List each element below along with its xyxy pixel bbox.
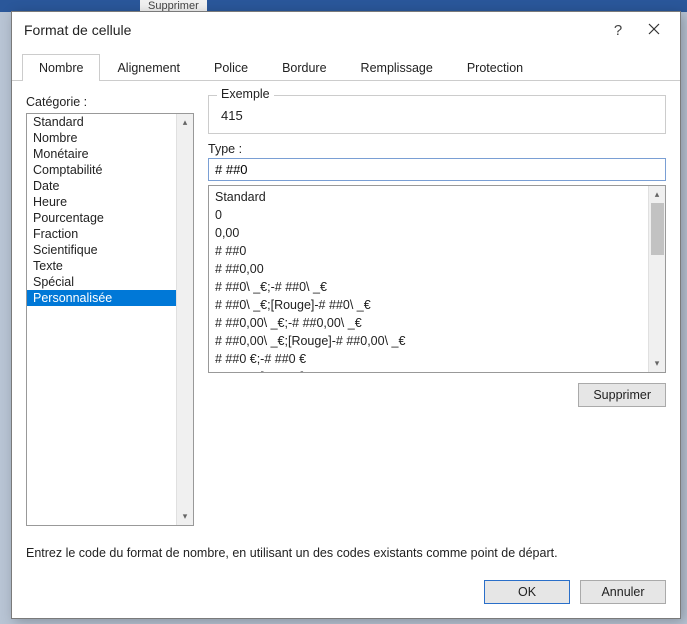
example-fieldset: Exemple 415 — [208, 95, 666, 134]
hint-text: Entrez le code du format de nombre, en u… — [26, 546, 666, 560]
category-item-scientifique[interactable]: Scientifique — [27, 242, 176, 258]
format-item[interactable]: # ##0,00 — [213, 260, 644, 278]
format-scrollbar[interactable]: ▴ ▾ — [648, 186, 665, 372]
category-listbox[interactable]: Standard Nombre Monétaire Comptabilité D… — [26, 113, 194, 526]
help-button[interactable]: ? — [600, 16, 636, 44]
format-codes-listbox[interactable]: Standard 0 0,00 # ##0 # ##0,00 # ##0\ _€… — [208, 185, 666, 373]
tab-strip: Nombre Alignement Police Bordure Remplis… — [12, 54, 680, 81]
scroll-up-icon[interactable]: ▴ — [177, 114, 194, 131]
example-label: Exemple — [217, 87, 274, 101]
format-item[interactable]: # ##0,00\ _€;[Rouge]-# ##0,00\ _€ — [213, 332, 644, 350]
format-item[interactable]: # ##0\ _€;[Rouge]-# ##0\ _€ — [213, 296, 644, 314]
category-item-standard[interactable]: Standard — [27, 114, 176, 130]
format-item[interactable]: # ##0,00\ _€;-# ##0,00\ _€ — [213, 314, 644, 332]
tab-protection[interactable]: Protection — [450, 54, 540, 81]
example-value: 415 — [221, 108, 653, 123]
format-cells-dialog: Format de cellule ? Nombre Alignement Po… — [11, 11, 681, 619]
type-input[interactable] — [208, 158, 666, 181]
tab-alignement[interactable]: Alignement — [100, 54, 197, 81]
category-item-pourcentage[interactable]: Pourcentage — [27, 210, 176, 226]
category-item-date[interactable]: Date — [27, 178, 176, 194]
category-scrollbar[interactable]: ▴ ▾ — [176, 114, 193, 525]
delete-button[interactable]: Supprimer — [578, 383, 666, 407]
scroll-thumb[interactable] — [651, 203, 664, 255]
tab-bordure[interactable]: Bordure — [265, 54, 343, 81]
format-item[interactable]: # ##0 €;-# ##0 € — [213, 350, 644, 368]
category-item-personnalisee[interactable]: Personnalisée — [27, 290, 176, 306]
scroll-down-icon[interactable]: ▾ — [649, 355, 666, 372]
format-item[interactable]: # ##0\ _€;-# ##0\ _€ — [213, 278, 644, 296]
cancel-button[interactable]: Annuler — [580, 580, 666, 604]
category-item-texte[interactable]: Texte — [27, 258, 176, 274]
category-item-special[interactable]: Spécial — [27, 274, 176, 290]
category-item-monetaire[interactable]: Monétaire — [27, 146, 176, 162]
category-item-nombre[interactable]: Nombre — [27, 130, 176, 146]
dialog-footer: OK Annuler — [12, 570, 680, 618]
scroll-up-icon[interactable]: ▴ — [649, 186, 666, 203]
category-item-heure[interactable]: Heure — [27, 194, 176, 210]
format-item[interactable]: 0,00 — [213, 224, 644, 242]
format-item[interactable]: 0 — [213, 206, 644, 224]
dialog-title: Format de cellule — [24, 22, 600, 38]
ok-button[interactable]: OK — [484, 580, 570, 604]
type-label: Type : — [208, 142, 666, 156]
format-item[interactable]: # ##0 — [213, 242, 644, 260]
tab-police[interactable]: Police — [197, 54, 265, 81]
tab-nombre[interactable]: Nombre — [22, 54, 100, 81]
category-item-comptabilite[interactable]: Comptabilité — [27, 162, 176, 178]
scroll-down-icon[interactable]: ▾ — [177, 508, 194, 525]
dialog-titlebar: Format de cellule ? — [12, 12, 680, 48]
format-item[interactable]: # ##0 €;[Rouge]-# ##0 € — [213, 368, 644, 372]
category-label: Catégorie : — [26, 95, 194, 109]
close-icon — [648, 22, 660, 39]
format-item[interactable]: Standard — [213, 188, 644, 206]
close-button[interactable] — [636, 16, 672, 44]
tab-remplissage[interactable]: Remplissage — [344, 54, 450, 81]
dialog-body: Catégorie : Standard Nombre Monétaire Co… — [12, 81, 680, 570]
category-item-fraction[interactable]: Fraction — [27, 226, 176, 242]
